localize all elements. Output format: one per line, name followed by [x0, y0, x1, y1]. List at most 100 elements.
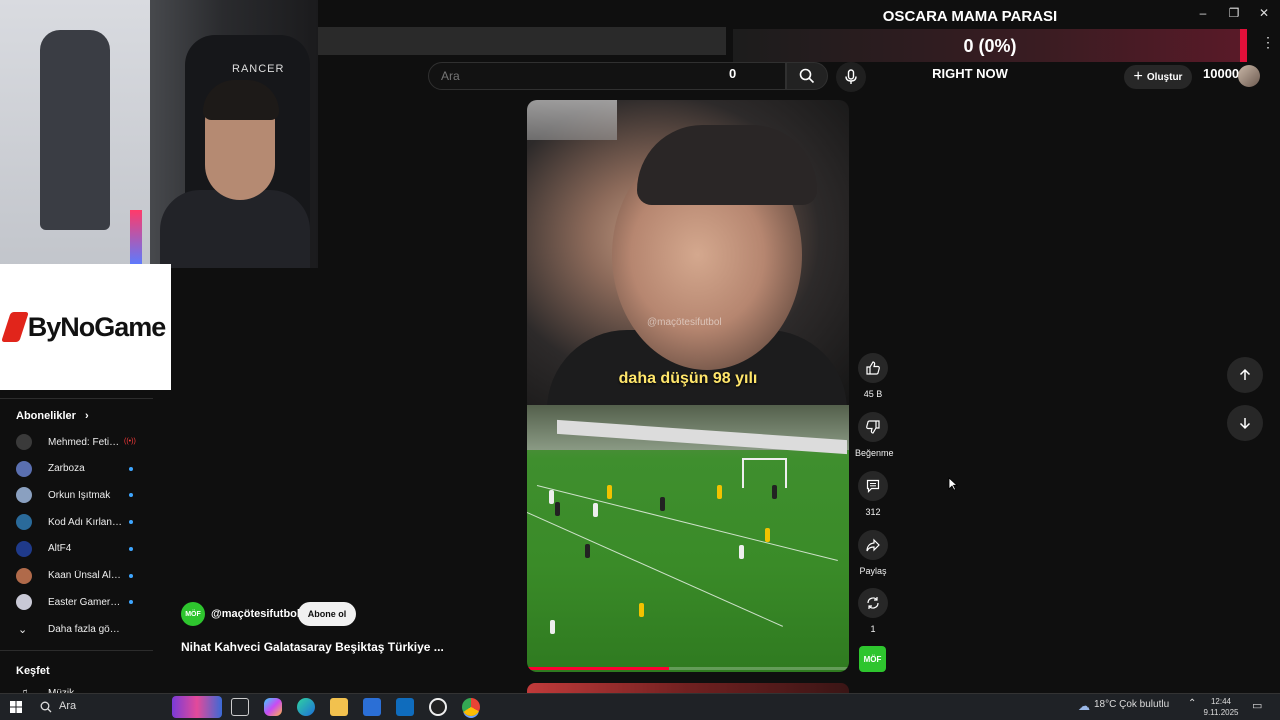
- sidebar-divider: [0, 650, 153, 651]
- chevron-up-icon[interactable]: ⌃: [1188, 698, 1196, 709]
- channel-handle[interactable]: @maçötesifutbol: [211, 608, 300, 620]
- like-count: 45 B: [863, 389, 883, 399]
- sidebar-subscription-item[interactable]: Easter GamersTv: [0, 590, 153, 614]
- edge-browser-icon[interactable]: [297, 698, 315, 716]
- search-overlay-count: 0: [729, 66, 737, 81]
- webcam-streamer-body: [160, 190, 310, 268]
- sidebar-subscription-item[interactable]: Zarboza: [0, 457, 153, 481]
- subscription-name: Orkun Işıtmak: [48, 489, 111, 501]
- dislike-button[interactable]: Beğenme: [855, 412, 894, 458]
- clock-date: 9.11.2025: [1203, 708, 1239, 717]
- browser-address-strip: [318, 27, 726, 55]
- channel-avatar: [16, 434, 32, 450]
- subscription-name: Kod Adı Kırlangıç: [48, 516, 124, 528]
- create-button[interactable]: + Oluştur: [1124, 65, 1192, 89]
- search-highlight-art: [172, 696, 222, 718]
- donation-subtitle: RIGHT NOW: [932, 66, 1008, 81]
- previous-short-button[interactable]: [1227, 357, 1263, 393]
- file-explorer-icon[interactable]: [330, 698, 348, 716]
- channel-avatar: [16, 460, 32, 477]
- channel-avatar: [16, 514, 32, 531]
- subscriptions-label: Abonelikler: [16, 410, 76, 422]
- video-caption: daha düşün 98 yılı: [618, 370, 758, 387]
- video-progress-bar[interactable]: [527, 667, 849, 670]
- sidebar-subscription-item[interactable]: Orkun Işıtmak: [0, 483, 153, 507]
- search-icon: [799, 68, 815, 84]
- like-button-circle: [858, 353, 888, 383]
- sidebar-divider: [0, 398, 153, 399]
- arrow-up-icon: [1239, 368, 1251, 380]
- subscription-name: AltF4: [48, 543, 72, 555]
- share-icon: [866, 538, 880, 552]
- channel-badge-button[interactable]: MÖF: [859, 646, 886, 672]
- taskbar-clock[interactable]: 12:44 9.11.2025: [1198, 696, 1244, 718]
- shorts-video-player[interactable]: @maçötesifutbol daha düşün 98 yılı: [527, 100, 849, 672]
- weather-text[interactable]: 18°C Çok bulutlu: [1094, 699, 1169, 710]
- sponsor-logo: ByNoGame: [0, 264, 171, 390]
- mouse-cursor-icon: [948, 477, 958, 491]
- dislike-button-circle: [858, 412, 888, 442]
- channel-avatar[interactable]: MÖF: [181, 602, 205, 626]
- restore-icon[interactable]: ❐: [1227, 6, 1241, 20]
- subscribe-button[interactable]: Abone ol: [298, 602, 356, 626]
- new-content-dot: [129, 573, 133, 578]
- account-avatar[interactable]: [1238, 65, 1260, 87]
- donation-goal-amount: 10000: [1203, 66, 1240, 81]
- sidebar-subscription-item[interactable]: AltF4: [0, 537, 153, 561]
- copilot-icon[interactable]: [264, 698, 282, 716]
- new-content-dot: [129, 600, 133, 605]
- more-options-icon[interactable]: ⋮: [1261, 34, 1275, 51]
- taskbar-search[interactable]: Ara: [32, 696, 222, 718]
- show-more-button[interactable]: ⌄ Daha fazla göster: [0, 617, 153, 641]
- create-label: Oluştur: [1146, 71, 1183, 83]
- channel-avatar: [16, 540, 32, 557]
- like-button[interactable]: 45 B: [855, 353, 891, 399]
- chevron-down-icon: ⌄: [18, 623, 28, 636]
- video-title[interactable]: Nihat Kahveci Galatasaray Beşiktaş Türki…: [181, 640, 444, 654]
- share-button[interactable]: Paylaş: [855, 530, 891, 576]
- close-icon[interactable]: ✕: [1257, 6, 1271, 20]
- webcam-rgb-light: [130, 210, 142, 265]
- sidebar-subscriptions-header[interactable]: Abonelikler ›: [16, 410, 89, 422]
- football-player: [555, 502, 560, 516]
- chrome-icon[interactable]: [462, 698, 480, 716]
- comments-button[interactable]: 312: [855, 471, 891, 517]
- comment-count: 312: [865, 507, 881, 517]
- sidebar-subscription-item[interactable]: Kod Adı Kırlangıç: [0, 510, 153, 534]
- task-view-icon[interactable]: [231, 698, 249, 716]
- share-button-circle: [858, 530, 888, 560]
- football-player: [660, 497, 665, 511]
- sidebar-subscription-item[interactable]: Mehmed: Fetihle... ((•)): [0, 430, 153, 454]
- next-short-button[interactable]: [1227, 405, 1263, 441]
- subscription-name: Mehmed: Fetihle...: [48, 436, 124, 448]
- search-button[interactable]: [786, 62, 828, 90]
- voice-search-button[interactable]: [836, 62, 866, 92]
- webcam-overlay: RANCER: [0, 0, 318, 268]
- subscription-name: Kaan Ünsal Alph...: [48, 570, 124, 581]
- search-input[interactable]: [441, 69, 721, 83]
- clock-time: 12:44: [1210, 697, 1232, 706]
- obs-studio-icon[interactable]: [429, 698, 447, 716]
- search-icon: [40, 701, 52, 713]
- donation-goal-title: OSCARA MAMA PARASI: [882, 8, 1058, 25]
- cloud-icon: ☁: [1078, 699, 1090, 713]
- football-player: [765, 528, 770, 542]
- football-player: [550, 620, 555, 634]
- remix-button[interactable]: 1: [855, 588, 891, 634]
- sponsor-logo-mark: [0, 312, 29, 342]
- windows-taskbar: Ara ☁ 18°C Çok bulutlu ⌃ 12:44 9.11.2025…: [0, 693, 1280, 720]
- sponsor-logo-text: ByNoGame: [27, 311, 167, 342]
- minimize-icon[interactable]: –: [1196, 6, 1210, 20]
- football-player: [585, 544, 590, 558]
- sidebar-subscription-item[interactable]: Kaan Ünsal Alph...: [0, 564, 153, 588]
- windows-start-icon[interactable]: [10, 701, 22, 713]
- microphone-icon: [845, 69, 857, 84]
- dislike-label: Beğenme: [855, 448, 894, 458]
- notification-icon[interactable]: ▭: [1252, 699, 1262, 712]
- microsoft-store-icon[interactable]: [363, 698, 381, 716]
- video-watermark: @maçötesifutbol: [647, 317, 722, 328]
- video-presenter-hair: [637, 125, 817, 205]
- subscription-name: Easter GamersTv: [48, 596, 124, 608]
- thumbs-up-icon: [866, 361, 880, 375]
- outlook-icon[interactable]: [396, 698, 414, 716]
